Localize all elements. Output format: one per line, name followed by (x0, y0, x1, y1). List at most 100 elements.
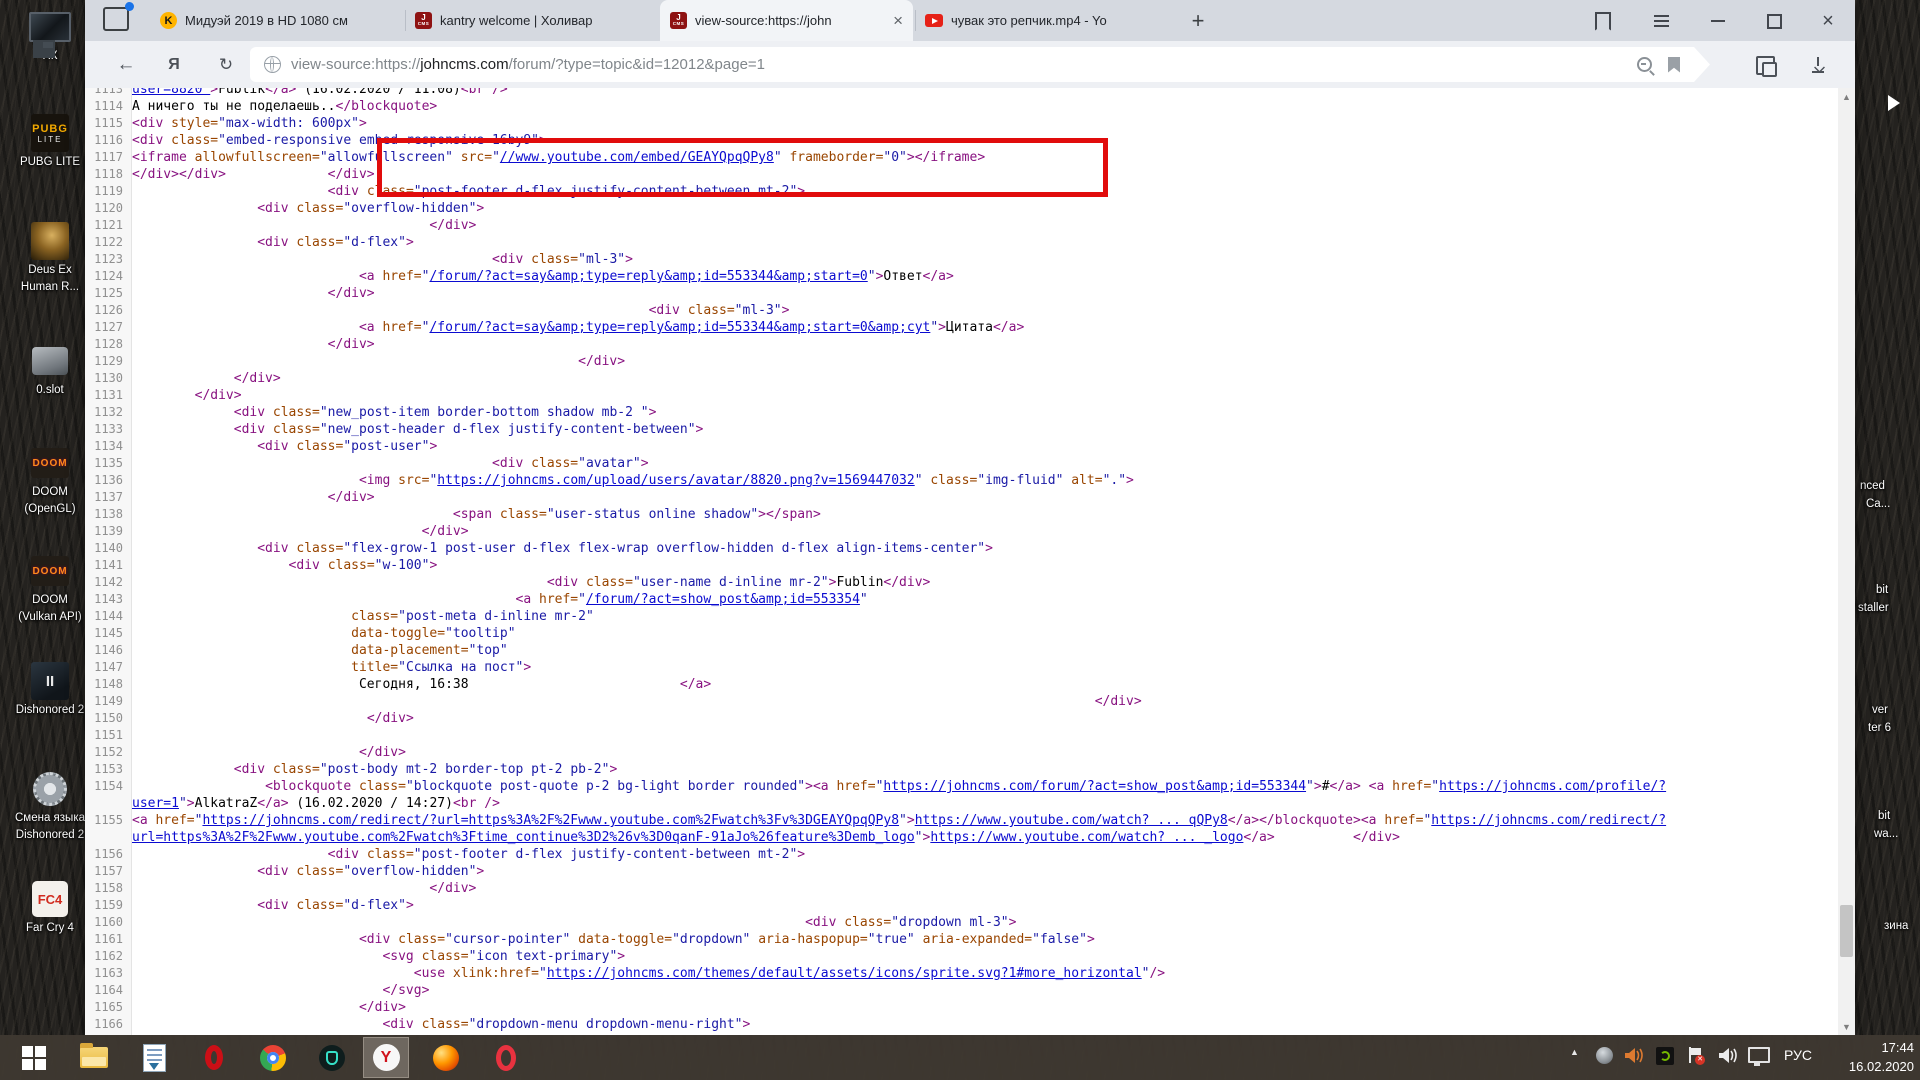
line-number: 1163 (85, 965, 131, 982)
desktop-icon-farcry4[interactable]: FC4Far Cry 4 (8, 878, 92, 937)
yandex-home-button[interactable]: Я (159, 50, 189, 80)
desktop-icon-slot[interactable]: 0.slot (8, 340, 92, 399)
source-link[interactable]: https://www.youtube.com/watch? ... _logo (930, 830, 1243, 845)
desktop-icon-language-switch[interactable]: Смена языкаDishonored 2 (8, 768, 92, 844)
firefox-icon[interactable] (424, 1038, 468, 1077)
scroll-down-icon[interactable]: ▼ (1838, 1018, 1855, 1035)
source-code-text: </div> (131, 354, 625, 369)
source-link[interactable]: https://johncms.com/forum/?act=show_post… (883, 779, 1306, 794)
source-link[interactable]: /forum/?act=say&amp;type=reply&amp;id=55… (429, 320, 930, 335)
bookmarks-panel-icon[interactable] (1590, 8, 1616, 34)
kinopoisk-icon: K (160, 12, 177, 29)
taskbar-clock[interactable]: 17:44 16.02.2020 (1814, 1038, 1914, 1076)
desktop-icon-doom-opengl[interactable]: DOOMDOOM(OpenGL) (8, 442, 92, 518)
tray-flag-alert-icon[interactable]: ✕ (1688, 1047, 1702, 1063)
tray-chevron-icon[interactable]: ▲ (1570, 1047, 1579, 1057)
line-number: 1140 (85, 540, 131, 557)
tab-4[interactable]: чувак это репчик.mp4 - Yo (915, 0, 1168, 41)
tray-volume-mixer-icon[interactable] (1624, 1047, 1644, 1064)
menu-icon[interactable] (1648, 8, 1674, 34)
tab-2[interactable]: JCMSkantry welcome | Холивар (405, 0, 658, 41)
source-link[interactable]: /forum/?act=say&amp;type=reply&amp;id=55… (429, 269, 867, 284)
source-link[interactable]: https://johncms.com/upload/users/avatar/… (437, 473, 914, 488)
collections-icon[interactable] (1750, 50, 1780, 80)
slot-icon (8, 340, 92, 382)
desktop-icon-label: wa... (1874, 828, 1898, 840)
source-code-text: </div></div> </div> (131, 167, 375, 182)
opera-icon[interactable] (192, 1038, 236, 1077)
source-line: 1153 <div class="post-body mt-2 border-t… (85, 761, 1855, 778)
desktop-icon-doom-vulkan[interactable]: DOOMDOOM(Vulkan API) (8, 550, 92, 626)
source-code-text: <div class="d-flex"> (131, 235, 414, 250)
source-link[interactable]: https://johncms.com/profile/? (1439, 779, 1666, 794)
source-line: 1143 <a href="/forum/?act=show_post&amp;… (85, 591, 1855, 608)
source-link[interactable]: user=8820" (132, 88, 210, 97)
tab-1[interactable]: K Мидуэй 2019 в HD 1080 см (150, 0, 403, 41)
source-line: 1122 <div class="d-flex"> (85, 234, 1855, 251)
scrollbar-thumb[interactable] (1840, 905, 1853, 957)
maximize-button[interactable] (1761, 8, 1787, 34)
desktop-icon-dishonored2[interactable]: IIDishonored 2 (8, 660, 92, 719)
line-number: 1151 (85, 727, 131, 744)
close-button[interactable]: × (1815, 8, 1841, 34)
source-code-text: <div class="avatar"> (131, 456, 649, 471)
start-button[interactable] (12, 1038, 56, 1077)
source-code-text: </div> (131, 881, 476, 896)
new-tab-button[interactable]: + (1183, 6, 1213, 36)
tab-3[interactable]: JCMSview-source:https://john× (660, 0, 913, 41)
desktop-icon-label: (Vulkan API) (8, 609, 92, 626)
text-editor-icon[interactable] (132, 1038, 176, 1077)
source-link[interactable]: https://johncms.com/redirect/? (1431, 813, 1666, 828)
chrome-icon[interactable] (251, 1038, 295, 1077)
line-number: 1137 (85, 489, 131, 506)
tab-groups-icon[interactable] (103, 7, 129, 31)
yandex-browser-icon[interactable]: Y (364, 1038, 408, 1077)
source-link[interactable]: https://johncms.com/themes/default/asset… (547, 966, 1142, 981)
opera-beta-icon[interactable] (484, 1038, 528, 1077)
download-icon[interactable] (1803, 50, 1833, 80)
source-line: user=1">AlkatraZ</a> (16.02.2020 / 14:27… (85, 795, 1855, 812)
bookmark-icon[interactable] (1668, 57, 1680, 73)
source-link[interactable]: https://johncms.com/redirect/?url=https%… (202, 813, 899, 828)
source-link[interactable]: /forum/?act=show_post&amp;id=553354 (586, 592, 860, 607)
tray-app-icon[interactable] (1596, 1047, 1613, 1064)
source-code-text: </div> (131, 371, 281, 386)
scroll-up-icon[interactable]: ▲ (1838, 88, 1855, 105)
file-explorer-icon[interactable] (72, 1038, 116, 1077)
source-link[interactable]: url=https%3A%2F%2Fwww.youtube.com%2Fwatc… (132, 830, 915, 845)
back-button[interactable]: ← (111, 50, 141, 80)
minimize-button[interactable] (1705, 8, 1731, 34)
source-link[interactable]: user=1 (132, 796, 179, 811)
source-line: 1130 </div> (85, 370, 1855, 387)
language-indicator[interactable]: РУС (1784, 1047, 1812, 1063)
desktop-icon-label: Human R... (8, 279, 92, 296)
zoom-out-icon[interactable] (1637, 57, 1652, 72)
desktop-icon-pubg-lite[interactable]: PUBGLITEPUBG LITE (8, 112, 92, 171)
line-number: 1144 (85, 608, 131, 625)
desktop-icon-label: Ca... (1866, 498, 1890, 510)
desktop-icon-label: bit (1878, 810, 1890, 822)
desktop-icon-my-computer[interactable]: ПК (8, 6, 92, 65)
desktop-icon-label: ПК (8, 48, 92, 65)
desktop-icon-deus-ex[interactable]: Deus ExHuman R... (8, 220, 92, 296)
tab-title: Мидуэй 2019 в HD 1080 см (185, 13, 393, 28)
source-code-text: <use xlink:href="https://johncms.com/the… (131, 966, 1165, 981)
source-code-text: <div class="user-name d-inline mr-2">Fub… (131, 575, 930, 590)
source-line: 1126 <div class="ml-3"> (85, 302, 1855, 319)
antivirus-shield-icon[interactable] (310, 1038, 354, 1077)
source-line: 1159 <div class="d-flex"> (85, 897, 1855, 914)
line-number: 1150 (85, 710, 131, 727)
tray-speaker-icon[interactable] (1718, 1047, 1738, 1064)
source-line: 1158 </div> (85, 880, 1855, 897)
source-line: 1146 data-placement="top" (85, 642, 1855, 659)
address-bar[interactable]: view-source:https://johncms.com/forum/?t… (250, 47, 1710, 82)
tray-nvidia-icon[interactable] (1656, 1047, 1674, 1065)
tab-close-icon[interactable]: × (893, 12, 903, 29)
reload-button[interactable]: ↻ (211, 50, 241, 80)
source-link[interactable]: https://www.youtube.com/watch? ... qQPy8 (915, 813, 1228, 828)
tray-network-icon[interactable] (1748, 1047, 1770, 1063)
vertical-scrollbar[interactable]: ▲ ▼ (1838, 88, 1855, 1035)
line-number: 1166 (85, 1016, 131, 1033)
line-number: 1124 (85, 268, 131, 285)
source-line: 1141 <div class="w-100"> (85, 557, 1855, 574)
